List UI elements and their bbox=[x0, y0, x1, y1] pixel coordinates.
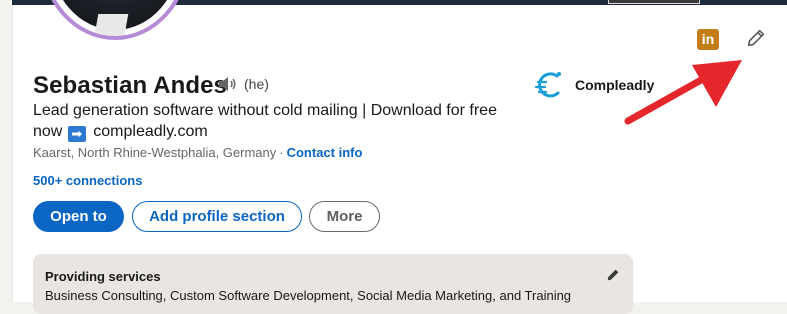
location-line: Kaarst, North Rhine-Westphalia, Germany ·… bbox=[33, 145, 362, 160]
profile-headline: Lead generation software without cold ma… bbox=[33, 100, 513, 142]
profile-name: Sebastian Andes bbox=[33, 72, 228, 99]
edit-pencil-icon[interactable] bbox=[745, 27, 767, 49]
services-card[interactable]: Providing services Business Consulting, … bbox=[33, 254, 633, 314]
location-text: Kaarst, North Rhine-Westphalia, Germany bbox=[33, 145, 277, 160]
company-name[interactable]: Compleadly bbox=[575, 77, 654, 93]
contact-info-link[interactable]: Contact info bbox=[287, 145, 363, 160]
add-profile-section-button[interactable]: Add profile section bbox=[132, 201, 302, 232]
separator-dot: · bbox=[279, 145, 284, 160]
services-list: Business Consulting, Custom Software Dev… bbox=[45, 288, 572, 303]
services-edit-pencil-icon[interactable] bbox=[605, 267, 621, 283]
banner-image-thumb bbox=[608, 0, 700, 4]
speaker-icon[interactable] bbox=[217, 76, 237, 92]
connections-link[interactable]: 500+ connections bbox=[33, 173, 142, 188]
avatar-collar bbox=[93, 14, 129, 36]
pronoun-label: (he) bbox=[244, 76, 269, 92]
services-title: Providing services bbox=[45, 269, 161, 284]
headline-website: compleadly.com bbox=[93, 123, 208, 140]
company-link[interactable]: Compleadly bbox=[533, 68, 654, 102]
compleadly-logo-icon bbox=[534, 72, 561, 98]
arrow-emoji-icon: ➡ bbox=[67, 126, 86, 142]
more-button[interactable]: More bbox=[309, 201, 380, 232]
linkedin-badge-icon[interactable]: in bbox=[697, 29, 719, 50]
open-to-button[interactable]: Open to bbox=[33, 201, 124, 232]
